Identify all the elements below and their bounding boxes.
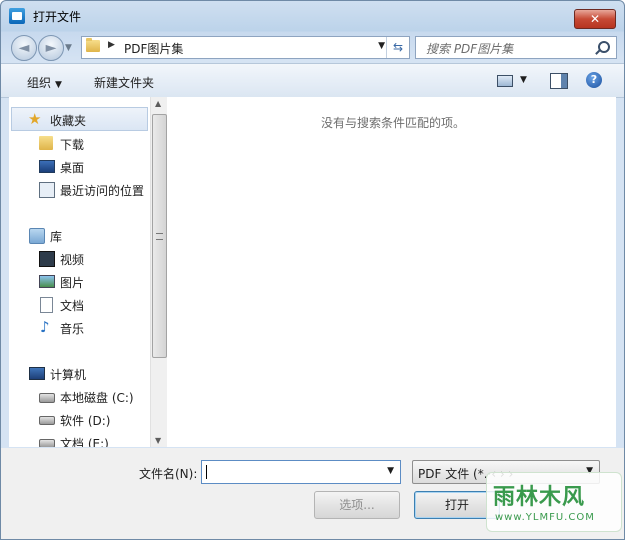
documents-icon <box>40 297 53 313</box>
search-placeholder: 搜索 PDF图片集 <box>426 42 514 56</box>
organize-button[interactable]: 组织 ▼ <box>27 74 62 91</box>
file-list[interactable]: 没有与搜索条件匹配的项。 <box>167 97 616 447</box>
drive-icon <box>39 416 55 425</box>
view-options-dropdown[interactable]: ▼ <box>520 75 527 85</box>
options-button[interactable]: 选项... <box>314 491 400 519</box>
search-input[interactable]: 搜索 PDF图片集 <box>415 36 617 59</box>
grip-icon <box>156 233 163 240</box>
sidebar-item-computer[interactable]: 计算机 <box>9 362 150 384</box>
breadcrumb-current-folder[interactable]: PDF图片集 <box>124 40 183 57</box>
sidebar-item-favorites[interactable]: ★ 收藏夹 <box>11 107 148 131</box>
search-icon[interactable] <box>598 41 610 53</box>
empty-results-message: 没有与搜索条件匹配的项。 <box>321 116 466 130</box>
folder-icon <box>86 38 100 52</box>
recent-pages-dropdown[interactable]: ▼ <box>65 43 72 53</box>
sidebar-item-label: 最近访问的位置 <box>60 184 145 198</box>
forward-arrow-icon: ► <box>45 40 57 56</box>
back-arrow-icon: ◄ <box>18 40 30 56</box>
sidebar-item-label: 桌面 <box>60 161 85 175</box>
sidebar-item-label: 本地磁盘 (C:) <box>60 391 134 405</box>
drive-icon <box>39 439 55 447</box>
navigation-scrollbar[interactable]: ▲ ▼ <box>150 97 167 447</box>
sidebar-item-documents[interactable]: 文档 <box>9 293 150 315</box>
refresh-button[interactable]: ⇆ <box>386 37 409 58</box>
filename-dropdown-icon[interactable]: ▼ <box>387 466 394 476</box>
watermark-text: 雨林木风 <box>493 485 586 510</box>
text-caret <box>206 465 207 479</box>
address-bar[interactable]: ▶ PDF图片集 ▼ ⇆ <box>81 36 410 59</box>
forward-button[interactable]: ► <box>38 35 64 61</box>
sidebar-item-label: 文档 <box>60 299 85 313</box>
watermark-url: www.YLMFU.COM <box>495 512 595 523</box>
chevron-down-icon: ▼ <box>55 80 62 90</box>
library-icon <box>29 228 45 244</box>
navigation-bar: ◄ ► ▼ ▶ PDF图片集 ▼ ⇆ 搜索 PDF图片集 <box>1 31 624 63</box>
address-dropdown-icon[interactable]: ▼ <box>378 41 385 51</box>
system-drive-icon <box>39 393 55 403</box>
close-button[interactable]: ✕ <box>574 9 616 29</box>
navigation-pane: ★ 收藏夹 下载 桌面 最近访问的位置 库 视频 图片 文档 ♪ 音乐 计算机 … <box>9 97 151 447</box>
breadcrumb-arrow-icon[interactable]: ▶ <box>108 40 115 50</box>
window-title: 打开文件 <box>33 10 82 24</box>
new-folder-button[interactable]: 新建文件夹 <box>94 74 154 91</box>
watermark-logo: 雨林木风 www.YLMFU.COM <box>486 472 622 532</box>
help-icon[interactable]: ? <box>586 72 602 88</box>
download-folder-icon <box>39 136 53 150</box>
sidebar-item-label: 文档 (E:) <box>60 437 109 447</box>
open-file-dialog: 打开文件 ✕ ◄ ► ▼ ▶ PDF图片集 ▼ ⇆ 搜索 PDF图片集 组织 ▼ … <box>0 0 625 540</box>
change-view-icon[interactable] <box>497 75 513 87</box>
title-bar: 打开文件 ✕ <box>1 1 624 31</box>
sidebar-item-label: 图片 <box>60 276 85 290</box>
sidebar-item-label: 下载 <box>60 138 85 152</box>
sidebar-item-desktop[interactable]: 桌面 <box>9 155 150 177</box>
desktop-icon <box>39 160 55 173</box>
sidebar-item-libraries[interactable]: 库 <box>9 224 150 246</box>
filename-label: 文件名(N): <box>139 467 198 481</box>
scroll-up-icon[interactable]: ▲ <box>155 99 161 108</box>
sidebar-item-videos[interactable]: 视频 <box>9 247 150 269</box>
sidebar-item-label: 软件 (D:) <box>60 414 111 428</box>
sidebar-item-recent-places[interactable]: 最近访问的位置 <box>9 178 150 200</box>
scroll-down-icon[interactable]: ▼ <box>155 436 161 445</box>
app-icon <box>9 8 25 24</box>
computer-icon <box>29 367 45 380</box>
video-icon <box>39 251 55 267</box>
sidebar-item-downloads[interactable]: 下载 <box>9 132 150 154</box>
recent-places-icon <box>39 182 55 198</box>
command-toolbar: 组织 ▼ 新建文件夹 ▼ ? <box>1 63 624 98</box>
sidebar-item-drive-c[interactable]: 本地磁盘 (C:) <box>9 385 150 407</box>
sidebar-item-label: 库 <box>50 230 63 244</box>
sidebar-item-label: 音乐 <box>60 322 85 336</box>
music-icon: ♪ <box>40 318 50 336</box>
star-icon: ★ <box>28 110 42 128</box>
scrollbar-thumb[interactable] <box>152 114 167 358</box>
back-button[interactable]: ◄ <box>11 35 37 61</box>
filename-input[interactable]: ▼ <box>201 460 401 484</box>
sidebar-item-pictures[interactable]: 图片 <box>9 270 150 292</box>
pictures-icon <box>39 275 55 288</box>
sidebar-item-drive-d[interactable]: 软件 (D:) <box>9 408 150 430</box>
organize-label: 组织 <box>27 76 52 90</box>
sidebar-item-label: 收藏夹 <box>50 114 87 128</box>
preview-pane-icon[interactable] <box>550 73 568 89</box>
sidebar-item-label: 视频 <box>60 253 85 267</box>
sidebar-item-drive-e[interactable]: 文档 (E:) <box>9 431 150 447</box>
sidebar-item-label: 计算机 <box>50 368 87 382</box>
sidebar-item-music[interactable]: ♪ 音乐 <box>9 316 150 338</box>
